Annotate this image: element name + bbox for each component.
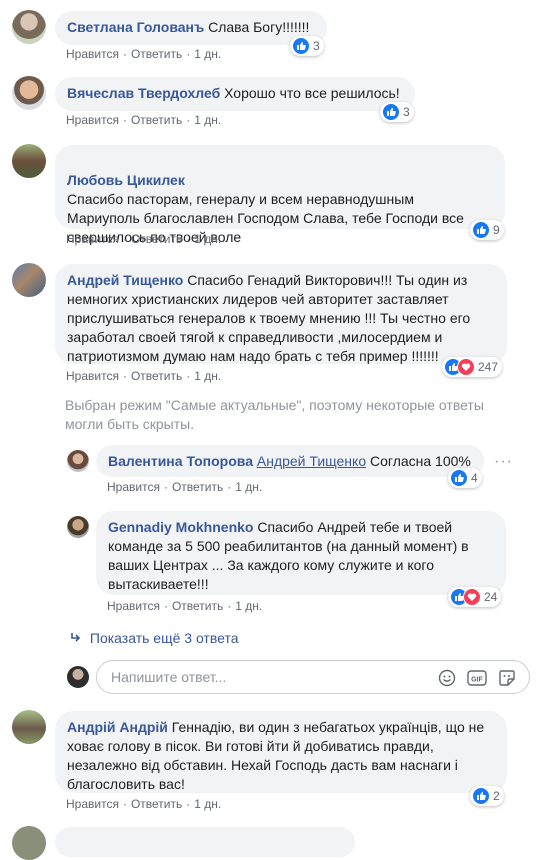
avatar[interactable] — [12, 710, 46, 744]
comment-actions: Нравится · Ответить · 1 дн. — [66, 369, 222, 383]
reaction-summary[interactable]: 3 — [290, 36, 324, 56]
comment-bubble: Светлана Голованъ Слава Богу!!!!!!! — [55, 11, 327, 45]
comment-actions: Нравится · Ответить · 1 дн. — [66, 113, 222, 127]
comment-actions: Нравится · Ответить · 1 дн. — [66, 797, 222, 811]
comment-bubble: Андрій Андрій Геннадію, ви один з небага… — [55, 711, 507, 793]
reaction-summary[interactable]: 2 — [470, 786, 504, 806]
reaction-count: 9 — [493, 223, 500, 237]
mention-link[interactable]: Андрей Тищенко — [257, 453, 366, 469]
timestamp[interactable]: 1 дн. — [194, 797, 221, 811]
reply-link[interactable]: Ответить — [131, 369, 182, 383]
reply-composer[interactable]: GIF — [96, 660, 530, 694]
like-link[interactable]: Нравится — [66, 797, 119, 811]
comment-author[interactable]: Светлана Голованъ — [67, 19, 204, 35]
heart-icon — [463, 588, 481, 606]
reaction-count: 4 — [471, 471, 478, 485]
comment-author[interactable]: Вячеслав Твердохлеб — [67, 85, 220, 101]
reply-link[interactable]: Ответить — [131, 47, 182, 61]
reply-link[interactable]: Ответить — [131, 113, 182, 127]
thumbs-up-icon — [382, 103, 400, 121]
like-link[interactable]: Нравится — [66, 369, 119, 383]
timestamp[interactable]: 1 дн. — [194, 369, 221, 383]
thumbs-up-icon — [472, 221, 490, 239]
thumbs-up-icon — [292, 37, 310, 55]
thumbs-up-icon — [450, 469, 468, 487]
avatar[interactable] — [12, 826, 46, 860]
reaction-summary[interactable]: 9 — [470, 220, 504, 240]
reply-bubble: Gennadiy Mokhnenko Спасибо Андрей тебе и… — [96, 511, 506, 595]
reply-author[interactable]: Gennadiy Mokhnenko — [108, 519, 253, 535]
reply-bubble: Валентина Топорова Андрей Тищенко Соглас… — [96, 445, 484, 477]
reaction-count: 247 — [478, 360, 499, 374]
avatar[interactable] — [67, 450, 89, 472]
avatar — [67, 666, 89, 688]
reaction-count: 24 — [484, 590, 498, 604]
reaction-count: 3 — [313, 39, 320, 53]
reply-link[interactable]: Ответить — [172, 480, 223, 494]
thumbs-up-icon — [472, 787, 490, 805]
timestamp[interactable]: 1 дн. — [194, 47, 221, 61]
reply-link[interactable]: Ответить — [131, 797, 182, 811]
emoji-icon[interactable] — [437, 668, 457, 688]
svg-text:GIF: GIF — [471, 677, 483, 684]
avatar[interactable] — [12, 76, 46, 110]
comment-bubble — [55, 827, 355, 857]
comment-author[interactable]: Андрій Андрій — [67, 719, 168, 735]
sorting-notice: Выбран режим "Самые актуальные", поэтому… — [65, 397, 484, 432]
reply-link[interactable]: Ответить — [172, 599, 223, 613]
reply-arrow-icon — [70, 631, 86, 647]
reply-text: Согласна 100% — [370, 453, 471, 469]
reply-input[interactable] — [109, 668, 413, 686]
like-link[interactable]: Нравится — [66, 232, 119, 246]
reaction-summary[interactable]: 4 — [448, 468, 482, 488]
reply-actions: Нравится · Ответить · 1 дн. — [107, 599, 263, 613]
like-link[interactable]: Нравится — [107, 599, 160, 613]
like-link[interactable]: Нравится — [66, 113, 119, 127]
like-link[interactable]: Нравится — [66, 47, 119, 61]
reaction-count: 2 — [493, 789, 500, 803]
reply-actions: Нравится · Ответить · 1 дн. — [107, 480, 263, 494]
avatar[interactable] — [12, 10, 46, 44]
reaction-summary[interactable]: 24 — [448, 587, 502, 607]
more-options-icon[interactable]: ··· — [494, 453, 513, 471]
reaction-count: 3 — [403, 105, 410, 119]
reaction-summary[interactable]: 3 — [380, 102, 414, 122]
comment-actions: Нравится · Ответить · 1 дн. — [66, 47, 222, 61]
reply-author[interactable]: Валентина Топорова — [108, 453, 253, 469]
comment-text: Хорошо что все решилось! — [224, 85, 400, 101]
heart-icon — [457, 358, 475, 376]
avatar[interactable] — [12, 263, 46, 297]
timestamp[interactable]: 1 дн. — [235, 599, 262, 613]
show-more-label: Показать ещё 3 ответа — [89, 630, 239, 646]
timestamp[interactable]: 1 дн. — [235, 480, 262, 494]
reaction-summary[interactable]: 247 — [442, 357, 503, 377]
show-more-replies-link[interactable]: Показать ещё 3 ответа — [70, 630, 238, 647]
comment-bubble: Любовь Цикилек Спасибо пасторам, генерал… — [55, 145, 505, 245]
comment-author[interactable]: Андрей Тищенко — [67, 272, 183, 288]
timestamp[interactable]: 1 дн. — [194, 232, 221, 246]
avatar[interactable] — [67, 516, 89, 538]
comment-bubble: Андрей Тищенко Спасибо Генадий Викторови… — [55, 264, 507, 364]
reply-link[interactable]: Ответить — [131, 232, 182, 246]
comment-actions: Нравится · Ответить · 1 дн. — [66, 232, 222, 246]
like-link[interactable]: Нравится — [107, 480, 160, 494]
gif-icon[interactable]: GIF — [467, 668, 487, 688]
comment-bubble: Вячеслав Твердохлеб Хорошо что все решил… — [55, 77, 415, 111]
comment-author[interactable]: Любовь Цикилек — [67, 172, 185, 188]
sticker-icon[interactable] — [497, 668, 517, 688]
avatar[interactable] — [12, 144, 46, 178]
comment-text: Слава Богу!!!!!!! — [208, 19, 310, 35]
timestamp[interactable]: 1 дн. — [194, 113, 221, 127]
